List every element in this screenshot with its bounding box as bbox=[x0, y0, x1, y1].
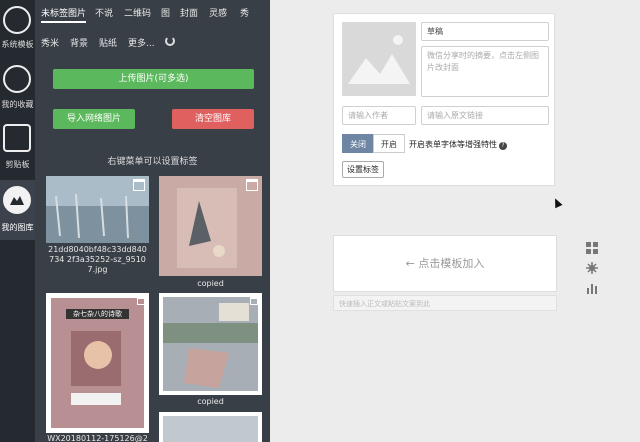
thumbnail-caption: copied bbox=[197, 279, 224, 288]
clear-gallery-button[interactable]: 清空图库 bbox=[172, 109, 254, 129]
rail-item-templates[interactable]: 系统模板 bbox=[0, 0, 35, 60]
editor-area: 草稿 微信分享时的摘要，点击左侧图片改封面 请输入作者 请输入原文链接 关闭 开启… bbox=[270, 0, 640, 442]
title-input[interactable]: 草稿 bbox=[421, 22, 549, 41]
summary-input[interactable]: 微信分享时的摘要，点击左侧图片改封面 bbox=[421, 46, 549, 97]
thumbnail-caption: copied bbox=[197, 397, 224, 406]
delete-icon[interactable] bbox=[133, 179, 145, 191]
tab-cover[interactable]: 封面 bbox=[180, 6, 198, 19]
toggle-on-option[interactable]: 开启 bbox=[373, 134, 405, 153]
refresh-icon[interactable] bbox=[165, 36, 175, 46]
tag-tabs-row-1: 未标签图片 不说 二维码 图 封面 灵感 秀 bbox=[35, 6, 270, 24]
set-tags-button[interactable]: 设置标签 bbox=[342, 161, 384, 178]
collage-artwork bbox=[159, 293, 262, 395]
favorites-icon bbox=[3, 65, 31, 93]
tab-sticker[interactable]: 贴纸 bbox=[99, 36, 117, 49]
tag-tabs-row-2: 秀米 背景 贴纸 更多... bbox=[35, 36, 270, 54]
bar-chart-icon[interactable] bbox=[586, 282, 598, 294]
enhanced-features-toggle: 关闭 开启 bbox=[342, 134, 405, 153]
settings-icon[interactable] bbox=[586, 262, 598, 274]
mouse-cursor bbox=[551, 196, 563, 209]
tab-image[interactable]: 图 bbox=[161, 6, 170, 19]
tag-hint: 右键菜单可以设置标签 bbox=[107, 157, 198, 167]
upload-images-button[interactable]: 上传图片(可多选) bbox=[53, 69, 254, 89]
gallery-thumbnail[interactable]: 杂七杂八的诗歌 bbox=[46, 293, 149, 433]
rail-label: 剪贴板 bbox=[5, 160, 30, 169]
partial-artwork bbox=[159, 412, 262, 442]
toggle-off-option[interactable]: 关闭 bbox=[342, 134, 374, 153]
gallery-panel: 未标签图片 不说 二维码 图 封面 灵感 秀 秀米 背景 贴纸 更多... 上传… bbox=[35, 0, 270, 442]
thumbnail-caption: WX20180112-175126@2x.p bbox=[47, 434, 148, 442]
gallery-icon bbox=[3, 186, 31, 214]
rail-item-gallery[interactable]: 我的图库 bbox=[0, 180, 35, 240]
tab-inspiration[interactable]: 灵感 bbox=[209, 6, 227, 19]
quick-insert-input[interactable]: 快速插入正文或粘贴文案到此 bbox=[333, 295, 557, 311]
cover-image-placeholder[interactable] bbox=[342, 22, 416, 96]
grid-icon[interactable] bbox=[586, 242, 598, 254]
enhanced-features-text: 开启表单字体等增强特性 bbox=[409, 140, 497, 149]
template-icon bbox=[3, 6, 31, 34]
gallery-thumbnail[interactable] bbox=[46, 176, 149, 243]
gallery-thumbnail[interactable] bbox=[159, 176, 262, 276]
article-meta-card: 草稿 微信分享时的摘要，点击左侧图片改封面 请输入作者 请输入原文链接 关闭 开启… bbox=[333, 13, 555, 186]
rail-label: 我的图库 bbox=[1, 223, 34, 232]
author-input[interactable]: 请输入作者 bbox=[342, 106, 416, 125]
tab-qrcode[interactable]: 二维码 bbox=[124, 6, 151, 19]
rail-label: 系统模板 bbox=[1, 40, 34, 49]
tab-more[interactable]: 更多... bbox=[128, 36, 155, 49]
tab-xiu[interactable]: 秀 bbox=[240, 6, 249, 19]
source-link-input[interactable]: 请输入原文链接 bbox=[421, 106, 549, 125]
gallery-thumbnail[interactable] bbox=[159, 412, 262, 442]
tab-bushuo[interactable]: 不说 bbox=[95, 6, 113, 19]
thumbnail-caption: 21dd8040bf48c33dd840734 2f3a35252-sz_951… bbox=[48, 245, 147, 274]
import-web-image-button[interactable]: 导入网络图片 bbox=[53, 109, 135, 129]
rail-label: 我的收藏 bbox=[1, 100, 34, 109]
image-placeholder-icon bbox=[342, 22, 416, 96]
poster-title: 杂七杂八的诗歌 bbox=[66, 309, 129, 319]
delete-icon[interactable] bbox=[137, 296, 145, 305]
rail-item-favorites[interactable]: 我的收藏 bbox=[0, 60, 35, 120]
gallery-thumbnail[interactable] bbox=[159, 293, 262, 395]
rail-item-clipboard[interactable]: 剪贴板 bbox=[0, 120, 35, 180]
tab-background[interactable]: 背景 bbox=[70, 36, 88, 49]
clipboard-icon bbox=[3, 124, 31, 152]
delete-icon[interactable] bbox=[250, 296, 258, 305]
template-dropzone[interactable]: ← 点击模板加入 bbox=[333, 235, 557, 292]
tab-xiumi[interactable]: 秀米 bbox=[41, 36, 59, 49]
left-rail: 系统模板 我的收藏 剪贴板 我的图库 bbox=[0, 0, 35, 442]
delete-icon[interactable] bbox=[246, 179, 258, 191]
enhanced-features-label: 开启表单字体等增强特性? bbox=[409, 139, 507, 150]
tab-untagged[interactable]: 未标签图片 bbox=[41, 6, 87, 23]
question-icon[interactable]: ? bbox=[499, 142, 507, 150]
abstract-artwork bbox=[159, 176, 262, 276]
